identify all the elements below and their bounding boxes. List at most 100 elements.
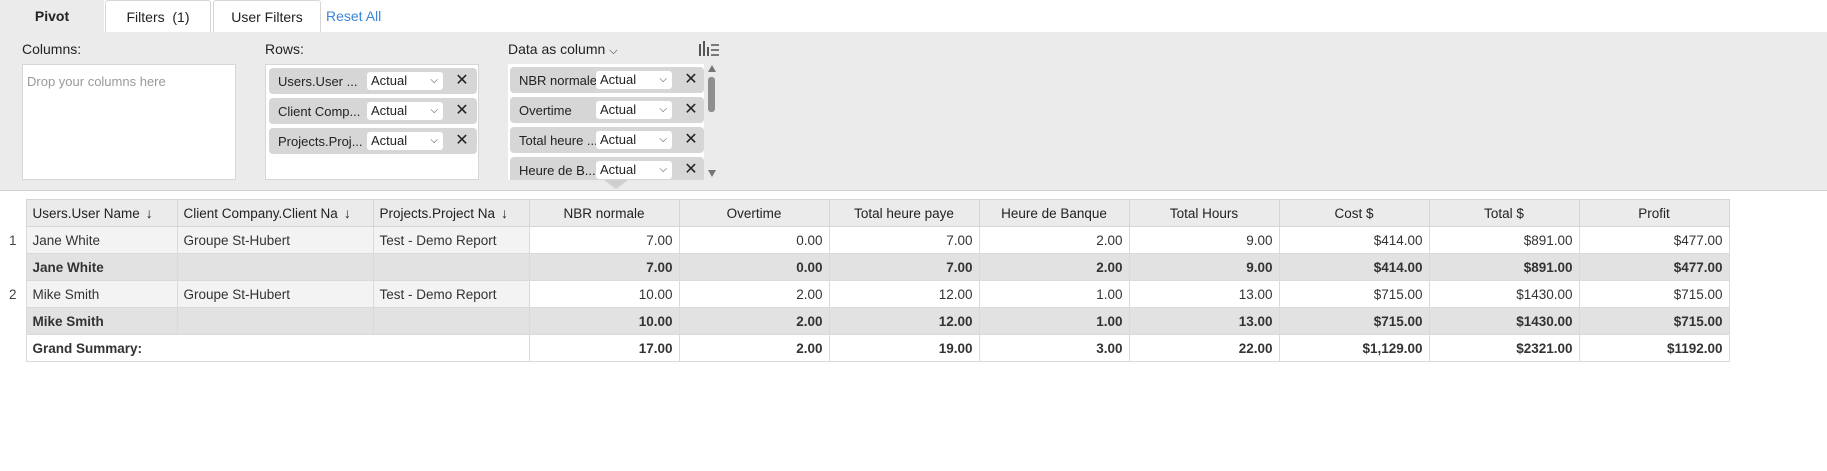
row-header-label: Client Company.Client Na xyxy=(183,206,338,221)
subtotal-row: Mike Smith 10.00 2.00 12.00 1.00 13.00 $715.00… xyxy=(0,307,1730,335)
aggregation-value: Actual xyxy=(600,102,637,117)
value-cell: 2.00 xyxy=(678,307,830,335)
value-cell: $414.00 xyxy=(1278,253,1430,281)
column-header[interactable]: Total heure paye xyxy=(828,199,980,227)
aggregation-select[interactable]: Actual ⌵ xyxy=(596,131,672,149)
value-cell: $891.00 xyxy=(1428,253,1580,281)
value-cell: 0.00 xyxy=(678,253,830,281)
project-cell xyxy=(372,253,530,281)
value-cell: 7.00 xyxy=(528,226,680,254)
aggregation-select[interactable]: Actual ⌵ xyxy=(367,102,443,120)
collapse-panel-icon[interactable] xyxy=(604,180,628,189)
data-field-chip[interactable]: NBR normale Actual ⌵ ✕ xyxy=(510,67,704,93)
client-cell xyxy=(176,307,374,335)
row-header-0[interactable]: Users.User Name ↓ xyxy=(25,199,178,227)
aggregation-value: Actual xyxy=(600,132,637,147)
grand-summary-row: Grand Summary: 17.00 2.00 19.00 3.00 22.00 $1,… xyxy=(0,334,1730,362)
column-header[interactable]: Total $ xyxy=(1428,199,1580,227)
aggregation-select[interactable]: Actual ⌵ xyxy=(367,72,443,90)
grand-value-cell: 2.00 xyxy=(678,334,830,362)
row-header-label: Users.User Name xyxy=(32,206,140,221)
reset-all-link[interactable]: Reset All xyxy=(326,0,381,32)
tab-pivot[interactable]: Pivot xyxy=(0,0,104,32)
scroll-up-icon[interactable] xyxy=(708,65,716,72)
sort-down-icon[interactable]: ↓ xyxy=(501,205,508,221)
value-cell: $715.00 xyxy=(1578,280,1730,308)
table-row: 2 Mike Smith Groupe St-Hubert Test - Demo R… xyxy=(0,280,1730,308)
row-field-chip[interactable]: Client Comp... Actual ⌵ ✕ xyxy=(269,98,477,124)
sort-down-icon[interactable]: ↓ xyxy=(146,205,153,221)
scroll-thumb[interactable] xyxy=(708,77,715,112)
value-cell: 10.00 xyxy=(528,280,680,308)
grand-summary-label: Grand Summary: xyxy=(25,334,530,362)
grand-value-cell: 22.00 xyxy=(1128,334,1280,362)
chevron-down-icon: ⌵ xyxy=(659,74,667,85)
value-cell: $715.00 xyxy=(1278,280,1430,308)
client-cell: Groupe St-Hubert xyxy=(176,280,374,308)
column-header[interactable]: NBR normale xyxy=(528,199,680,227)
chevron-down-icon: ⌵ xyxy=(430,75,438,86)
row-field-chip[interactable]: Users.User ... Actual ⌵ ✕ xyxy=(269,68,477,94)
aggregation-select[interactable]: Actual ⌵ xyxy=(596,101,672,119)
aggregation-value: Actual xyxy=(600,72,637,87)
data-field-chip[interactable]: Overtime Actual ⌵ ✕ xyxy=(510,97,704,123)
subtotal-row: Jane White 7.00 0.00 7.00 2.00 9.00 $414.00 $89… xyxy=(0,253,1730,281)
value-cell: $414.00 xyxy=(1278,226,1430,254)
tab-user-filters[interactable]: User Filters xyxy=(213,0,321,32)
remove-icon[interactable]: ✕ xyxy=(682,100,700,120)
sort-down-icon[interactable]: ↓ xyxy=(344,205,351,221)
aggregation-select[interactable]: Actual ⌵ xyxy=(596,71,672,89)
header-row: Users.User Name ↓ Client Company.Client Na… xyxy=(0,199,1730,227)
remove-icon[interactable]: ✕ xyxy=(453,131,471,151)
tab-filters[interactable]: Filters (1) xyxy=(105,0,211,32)
remove-icon[interactable]: ✕ xyxy=(453,71,471,91)
remove-icon[interactable]: ✕ xyxy=(453,101,471,121)
value-cell: 1.00 xyxy=(978,280,1130,308)
value-cell: $715.00 xyxy=(1278,307,1430,335)
chart-settings-icon[interactable] xyxy=(698,40,720,58)
data-scrollbar[interactable] xyxy=(706,65,718,177)
value-cell: 13.00 xyxy=(1128,280,1280,308)
chevron-down-icon: ⌵ xyxy=(659,104,667,115)
grand-value-cell: $1192.00 xyxy=(1578,334,1730,362)
scroll-down-icon[interactable] xyxy=(708,170,716,177)
aggregation-select[interactable]: Actual ⌵ xyxy=(596,161,672,179)
rows-label: Rows: xyxy=(265,41,304,57)
tab-bar: Pivot Filters (1) User Filters Reset All xyxy=(0,0,1827,32)
value-cell: 7.00 xyxy=(828,253,980,281)
column-header[interactable]: Overtime xyxy=(678,199,830,227)
data-field-chip[interactable]: Total heure ... Actual ⌵ ✕ xyxy=(510,127,704,153)
data-dropzone[interactable]: NBR normale Actual ⌵ ✕ Overtime Actual ⌵ ✕ Total… xyxy=(508,64,704,180)
row-header-label: Projects.Project Na xyxy=(379,206,496,221)
remove-icon[interactable]: ✕ xyxy=(682,160,700,180)
row-header-2[interactable]: Projects.Project Na ↓ xyxy=(372,199,530,227)
chip-label: Projects.Proj... xyxy=(278,134,362,149)
row-number xyxy=(0,334,26,362)
row-header-1[interactable]: Client Company.Client Na ↓ xyxy=(176,199,374,227)
value-cell: 2.00 xyxy=(978,253,1130,281)
column-header[interactable]: Heure de Banque xyxy=(978,199,1130,227)
value-cell: 9.00 xyxy=(1128,253,1280,281)
value-cell: 2.00 xyxy=(678,280,830,308)
remove-icon[interactable]: ✕ xyxy=(682,70,700,90)
grand-value-cell: 3.00 xyxy=(978,334,1130,362)
data-field-chip[interactable]: Heure de B... Actual ⌵ ✕ xyxy=(510,157,704,180)
remove-icon[interactable]: ✕ xyxy=(682,130,700,150)
row-field-chip[interactable]: Projects.Proj... Actual ⌵ ✕ xyxy=(269,128,477,154)
grand-value-cell: $2321.00 xyxy=(1428,334,1580,362)
rows-dropzone[interactable]: Users.User ... Actual ⌵ ✕ Client Comp... Actu… xyxy=(265,64,479,180)
chip-label: Overtime xyxy=(519,103,572,118)
project-cell: Test - Demo Report xyxy=(372,280,530,308)
data-as-column-dropdown[interactable]: Data as column ⌵ xyxy=(508,41,618,58)
columns-dropzone[interactable]: Drop your columns here xyxy=(22,64,236,180)
chevron-down-icon: ⌵ xyxy=(430,135,438,146)
column-header[interactable]: Profit xyxy=(1578,199,1730,227)
column-header[interactable]: Cost $ xyxy=(1278,199,1430,227)
value-cell: 10.00 xyxy=(528,307,680,335)
aggregation-select[interactable]: Actual ⌵ xyxy=(367,132,443,150)
chevron-down-icon: ⌵ xyxy=(659,134,667,145)
column-header[interactable]: Total Hours xyxy=(1128,199,1280,227)
row-number: 1 xyxy=(8,232,17,248)
value-cell: $1430.00 xyxy=(1428,307,1580,335)
value-cell: $477.00 xyxy=(1578,226,1730,254)
